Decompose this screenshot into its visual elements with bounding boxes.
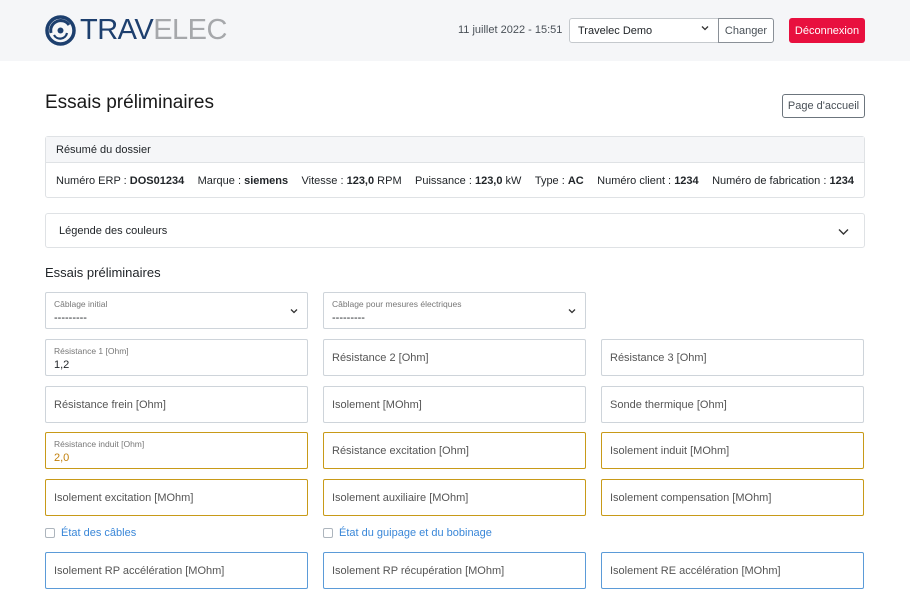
summary-erp: Numéro ERP : DOS01234 xyxy=(56,174,185,187)
initial-wiring-label: Câblage initial xyxy=(54,299,108,309)
company-select-value: Travelec Demo xyxy=(578,25,653,37)
checkbox-box[interactable] xyxy=(323,528,333,538)
excitation-resistance-input[interactable]: Résistance excitation [Ohm] xyxy=(323,432,586,469)
color-legend-label: Légende des couleurs xyxy=(59,225,168,237)
summary-puissance: Puissance : 123,0 kW xyxy=(415,174,522,187)
summary-type: Type : AC xyxy=(534,174,584,187)
resistance-2-input[interactable]: Résistance 2 [Ohm] xyxy=(323,339,586,376)
summary-details: Numéro ERP : DOS01234 Marque : siemens V… xyxy=(46,163,864,198)
initial-wiring-value: --------- xyxy=(54,312,87,324)
change-company-button[interactable]: Changer xyxy=(718,18,774,43)
top-header: TRAVELEC 11 juillet 2022 - 15:51 Travele… xyxy=(0,0,910,61)
resistance-1-value: 1,2 xyxy=(54,359,70,371)
armature-insulation-input[interactable]: Isolement induit [MOhm] xyxy=(601,432,864,469)
chevron-down-icon xyxy=(838,229,849,235)
summary-marque: Marque : siemens xyxy=(197,174,289,187)
resistance-3-input[interactable]: Résistance 3 [Ohm] xyxy=(601,339,864,376)
measure-wiring-select[interactable]: Câblage pour mesures électriques -------… xyxy=(323,292,586,329)
logo-swirl-icon xyxy=(45,15,76,46)
company-select[interactable]: Travelec Demo xyxy=(569,18,719,43)
current-datetime: 11 juillet 2022 - 15:51 xyxy=(458,24,563,36)
checkbox-box[interactable] xyxy=(45,528,55,538)
resistance-1-label: Résistance 1 [Ohm] xyxy=(54,346,129,356)
chevron-down-icon xyxy=(701,26,709,31)
file-summary-card: Résumé du dossier Numéro ERP : DOS01234 … xyxy=(45,136,865,198)
resistance-1-input[interactable]: Résistance 1 [Ohm] 1,2 xyxy=(45,339,308,376)
summary-client: Numéro client : 1234 xyxy=(597,174,699,187)
summary-fabrication: Numéro de fabrication : 1234 xyxy=(712,174,854,187)
chevron-down-icon xyxy=(290,309,298,314)
armature-resistance-value: 2,0 xyxy=(54,452,70,464)
logout-button[interactable]: Déconnexion xyxy=(789,18,865,43)
armature-resistance-input[interactable]: Résistance induit [Ohm] 2,0 xyxy=(45,432,308,469)
measure-wiring-value: --------- xyxy=(332,312,365,324)
summary-vitesse: Vitesse : 123,0 RPM xyxy=(301,174,402,187)
re-acceleration-insulation-input[interactable]: Isolement RE accélération [MOhm] xyxy=(601,552,864,589)
page-title: Essais préliminaires xyxy=(45,92,214,113)
winding-state-label[interactable]: État du guipage et du bobinage xyxy=(339,527,492,539)
section-title: Essais préliminaires xyxy=(45,265,161,280)
logo-text: TRAVELEC xyxy=(80,14,227,46)
auxiliary-insulation-input[interactable]: Isolement auxiliaire [MOhm] xyxy=(323,479,586,516)
insulation-input[interactable]: Isolement [MOhm] xyxy=(323,386,586,423)
cable-state-checkbox[interactable]: État des câbles xyxy=(45,527,136,539)
travelec-logo[interactable]: TRAVELEC xyxy=(45,14,227,47)
winding-state-checkbox[interactable]: État du guipage et du bobinage xyxy=(323,527,492,539)
summary-title: Résumé du dossier xyxy=(46,137,864,163)
compensation-insulation-input[interactable]: Isolement compensation [MOhm] xyxy=(601,479,864,516)
cable-state-label[interactable]: État des câbles xyxy=(61,527,136,539)
chevron-down-icon xyxy=(568,309,576,314)
excitation-insulation-input[interactable]: Isolement excitation [MOhm] xyxy=(45,479,308,516)
brake-resistance-input[interactable]: Résistance frein [Ohm] xyxy=(45,386,308,423)
rp-recuperation-insulation-input[interactable]: Isolement RP récupération [MOhm] xyxy=(323,552,586,589)
initial-wiring-select[interactable]: Câblage initial --------- xyxy=(45,292,308,329)
home-page-button[interactable]: Page d'accueil xyxy=(782,94,865,118)
armature-resistance-label: Résistance induit [Ohm] xyxy=(54,439,145,449)
color-legend-accordion[interactable]: Légende des couleurs xyxy=(45,213,865,248)
measure-wiring-label: Câblage pour mesures électriques xyxy=(332,299,462,309)
thermal-probe-input[interactable]: Sonde thermique [Ohm] xyxy=(601,386,864,423)
rp-acceleration-insulation-input[interactable]: Isolement RP accélération [MOhm] xyxy=(45,552,308,589)
